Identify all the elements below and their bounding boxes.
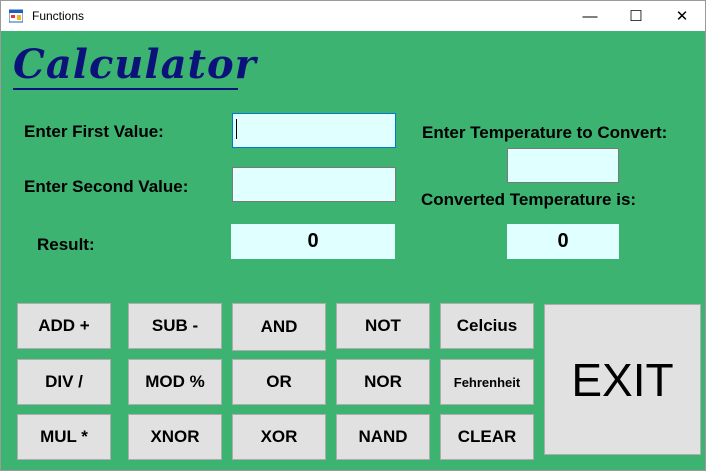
calculator-heading: Calculator xyxy=(13,41,257,88)
form-body: Calculator Enter First Value: Enter Seco… xyxy=(3,31,705,470)
mul-button[interactable]: MUL * xyxy=(17,414,111,460)
temperature-input[interactable] xyxy=(507,148,619,183)
first-value-input[interactable] xyxy=(232,113,396,148)
close-button[interactable]: ✕ xyxy=(659,1,705,31)
xnor-button[interactable]: XNOR xyxy=(128,414,222,460)
div-button[interactable]: DIV / xyxy=(17,359,111,405)
minimize-icon: — xyxy=(582,7,598,25)
exit-button[interactable]: EXIT xyxy=(544,304,701,455)
close-icon: ✕ xyxy=(675,8,689,25)
fehrenheit-button[interactable]: Fehrenheit xyxy=(440,359,534,405)
window-title: Functions xyxy=(32,9,85,23)
converted-temp-output: 0 xyxy=(507,224,619,259)
result-label: Result: xyxy=(37,235,95,254)
second-value-input[interactable] xyxy=(232,167,396,202)
second-value-label: Enter Second Value: xyxy=(24,177,189,196)
functions-window: Functions — ☐ ✕ Calculator Enter First V… xyxy=(0,0,706,471)
text-caret xyxy=(236,119,237,139)
celcius-button[interactable]: Celcius xyxy=(440,303,534,349)
heading-underline xyxy=(13,88,238,90)
first-value-label: Enter First Value: xyxy=(24,122,164,141)
xor-button[interactable]: XOR xyxy=(232,414,326,460)
mod-button[interactable]: MOD % xyxy=(128,359,222,405)
nor-button[interactable]: NOR xyxy=(336,359,430,405)
not-button[interactable]: NOT xyxy=(336,303,430,349)
sub-button[interactable]: SUB - xyxy=(128,303,222,349)
and-button[interactable]: AND xyxy=(232,303,326,351)
nand-button[interactable]: NAND xyxy=(336,414,430,460)
title-bar[interactable]: Functions — ☐ ✕ xyxy=(1,1,705,31)
converted-temp-label: Converted Temperature is: xyxy=(421,190,637,209)
app-icon xyxy=(9,9,23,23)
maximize-icon: ☐ xyxy=(629,8,643,25)
minimize-button[interactable]: — xyxy=(567,1,613,31)
clear-button[interactable]: CLEAR xyxy=(440,414,534,460)
or-button[interactable]: OR xyxy=(232,359,326,405)
maximize-button[interactable]: ☐ xyxy=(613,1,659,31)
result-output: 0 xyxy=(231,224,395,259)
add-button[interactable]: ADD + xyxy=(17,303,111,349)
temp-convert-label: Enter Temperature to Convert: xyxy=(422,123,668,142)
